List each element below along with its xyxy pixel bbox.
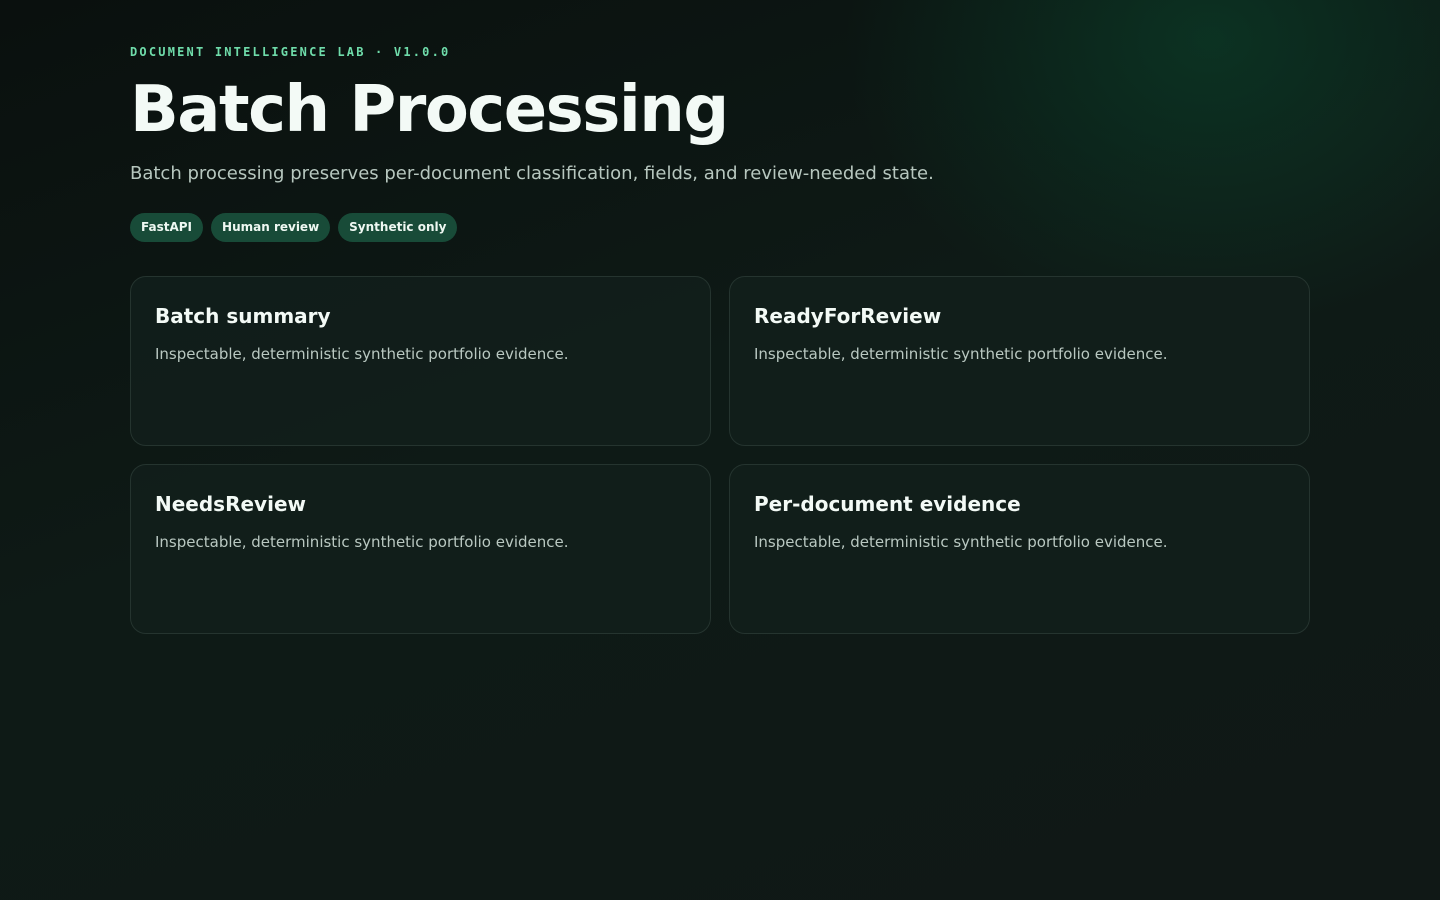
tag-list: FastAPI Human review Synthetic only xyxy=(130,213,458,242)
tag-human-review: Human review xyxy=(211,213,331,242)
card-description: Inspectable, deterministic synthetic por… xyxy=(155,533,569,551)
page-subtitle: Batch processing preserves per-document … xyxy=(130,163,934,184)
page-title: Batch Processing xyxy=(130,73,729,147)
card-title: Batch summary xyxy=(155,304,331,328)
eyebrow-label: DOCUMENT INTELLIGENCE LAB · V1.0.0 xyxy=(130,45,451,59)
card-batch-summary: Batch summary Inspectable, deterministic… xyxy=(130,276,711,446)
card-grid: Batch summary Inspectable, deterministic… xyxy=(130,276,1310,634)
card-ready-for-review: ReadyForReview Inspectable, deterministi… xyxy=(729,276,1310,446)
tag-synthetic-only: Synthetic only xyxy=(338,213,458,242)
card-title: ReadyForReview xyxy=(754,304,942,328)
card-per-document-evidence: Per-document evidence Inspectable, deter… xyxy=(729,464,1310,634)
card-description: Inspectable, deterministic synthetic por… xyxy=(155,345,569,363)
card-needs-review: NeedsReview Inspectable, deterministic s… xyxy=(130,464,711,634)
card-description: Inspectable, deterministic synthetic por… xyxy=(754,533,1168,551)
tag-fastapi: FastAPI xyxy=(130,213,204,242)
card-description: Inspectable, deterministic synthetic por… xyxy=(754,345,1168,363)
card-title: Per-document evidence xyxy=(754,492,1021,516)
card-title: NeedsReview xyxy=(155,492,306,516)
